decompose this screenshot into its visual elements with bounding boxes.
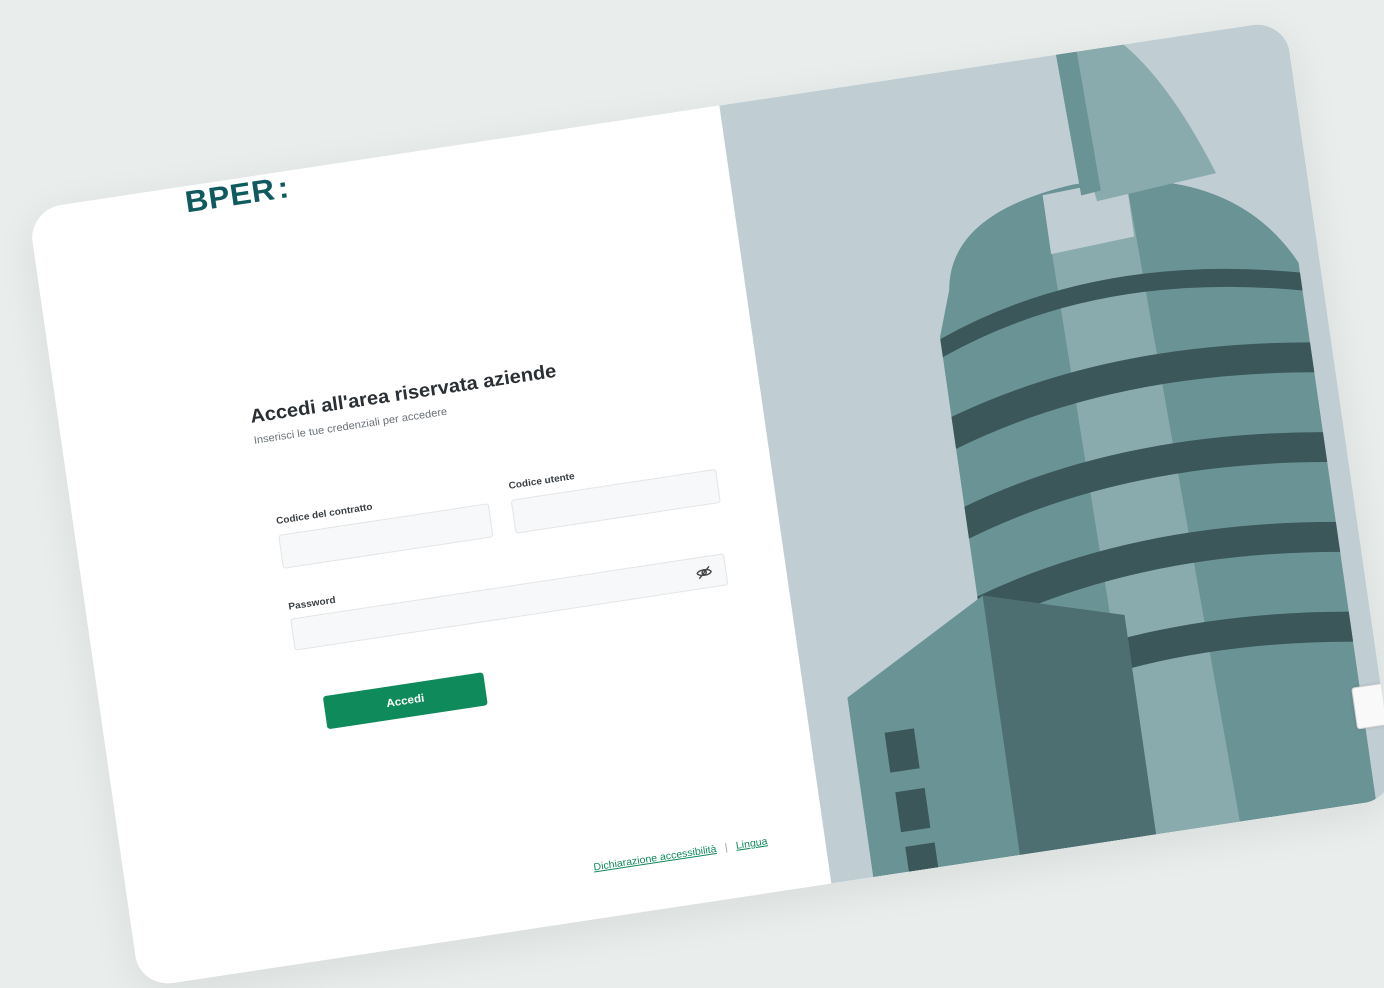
- recaptcha-icon[interactable]: [1351, 681, 1384, 730]
- screen: BPER: Accedi all'area riservata aziende …: [0, 0, 1384, 988]
- building-graphic: [847, 20, 1377, 878]
- user-code-label: Codice utente: [507, 470, 576, 492]
- password-field[interactable]: [290, 553, 729, 651]
- footer-separator: |: [724, 842, 729, 854]
- password-label: Password: [287, 594, 337, 613]
- bper-logo: BPER:: [183, 171, 291, 221]
- building-illustration: [719, 20, 1384, 884]
- login-panel: BPER: Accedi all'area riservata aziende …: [28, 105, 832, 988]
- logo-text: BPER: [183, 173, 278, 220]
- eye-off-icon[interactable]: [695, 563, 714, 581]
- footer-links: Dichiarazione accessibilità | Lingua: [593, 836, 768, 873]
- accessibility-link[interactable]: Dichiarazione accessibilità: [593, 844, 717, 874]
- logo-mark: :: [275, 170, 292, 206]
- login-button[interactable]: Accedi: [322, 672, 488, 730]
- language-link[interactable]: Lingua: [735, 836, 768, 852]
- login-window: BPER: Accedi all'area riservata aziende …: [28, 20, 1384, 988]
